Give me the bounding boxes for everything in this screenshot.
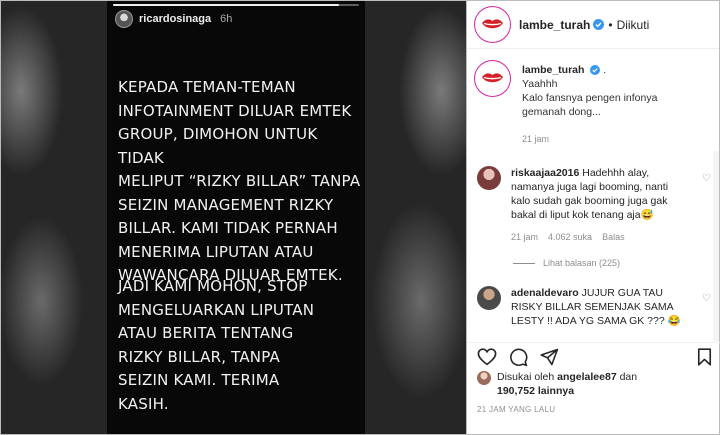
lips-avatar[interactable] bbox=[477, 9, 508, 40]
likes-suffix[interactable]: lainnya bbox=[535, 385, 574, 397]
story-progress-fill bbox=[113, 4, 340, 6]
story-header: ricardosinaga 6h bbox=[115, 10, 232, 28]
caption-suffix: . bbox=[600, 64, 607, 76]
liker-avatar[interactable] bbox=[477, 371, 491, 385]
post-caption: lambe_turah . Yaahhh Kalo fansnya pengen… bbox=[477, 63, 702, 146]
comment-time: 21 jam bbox=[511, 232, 539, 242]
likes-count[interactable]: 190,752 bbox=[497, 385, 535, 397]
caption-username[interactable]: lambe_turah bbox=[522, 64, 584, 76]
post-timestamp: 21 JAM YANG LALU bbox=[477, 405, 556, 414]
story-text-paragraph-2: JADI KAMI MOHON, STOP MENGELUARKAN LIPUT… bbox=[118, 277, 315, 413]
replies-divider bbox=[513, 262, 535, 264]
likes-text: Disukai oleh angelalee87 dan 190,752 lai… bbox=[497, 370, 697, 398]
verified-badge-icon bbox=[590, 65, 601, 75]
comment-likes[interactable]: 4.062 suka bbox=[548, 230, 592, 244]
likes-prefix: Disukai oleh bbox=[497, 371, 558, 383]
story-user-avatar[interactable] bbox=[115, 10, 133, 28]
comment-meta: 21 jam 4.062 suka Balas bbox=[511, 230, 686, 244]
commenter-avatar[interactable] bbox=[477, 166, 501, 190]
likes-summary: Disukai oleh angelalee87 dan 190,752 lai… bbox=[477, 370, 697, 398]
comment-item: adenaldevaro JUJUR GUA TAU RISKY BILLAR … bbox=[477, 286, 686, 328]
story-viewer: ricardosinaga 6h KEPADA TEMAN-TEMAN INFO… bbox=[0, 0, 467, 435]
comments-scrollbar[interactable] bbox=[713, 151, 719, 341]
comment-body: riskaajaa2016 Hadehhh alay, namanya juga… bbox=[511, 166, 686, 244]
post-header: lambe_turah • Diikuti bbox=[467, 1, 719, 49]
view-replies-button[interactable]: Lihat balasan (225) bbox=[513, 258, 620, 268]
caption-text: Yaahhh Kalo fansnya pengen infonya geman… bbox=[522, 78, 658, 118]
story-progress-bar bbox=[113, 4, 359, 6]
bookmark-icon[interactable] bbox=[697, 348, 712, 366]
like-heart-icon[interactable] bbox=[477, 348, 497, 366]
likes-connector: dan bbox=[616, 371, 638, 383]
reply-button[interactable]: Balas bbox=[602, 230, 625, 244]
share-paper-plane-icon[interactable] bbox=[540, 348, 559, 366]
story-card[interactable]: ricardosinaga 6h KEPADA TEMAN-TEMAN INFO… bbox=[107, 1, 365, 434]
comment-like-heart-icon[interactable]: ♡ bbox=[702, 293, 711, 304]
post-panel: lambe_turah • Diikuti lambe_turah . Yaah… bbox=[467, 0, 720, 435]
comment-body: adenaldevaro JUJUR GUA TAU RISKY BILLAR … bbox=[511, 286, 686, 328]
commenter-avatar[interactable] bbox=[477, 286, 501, 310]
caption-avatar[interactable] bbox=[477, 63, 508, 94]
post-actions-bar bbox=[467, 342, 720, 370]
view-replies-label: Lihat balasan (225) bbox=[543, 258, 621, 268]
lips-icon bbox=[482, 19, 503, 29]
comment-username[interactable]: riskaajaa2016 bbox=[511, 167, 579, 179]
story-timestamp: 6h bbox=[220, 13, 233, 25]
lips-icon bbox=[482, 73, 503, 83]
verified-badge-icon bbox=[593, 19, 605, 30]
comment-username[interactable]: adenaldevaro bbox=[511, 287, 579, 299]
header-username[interactable]: lambe_turah bbox=[519, 18, 590, 32]
story-username[interactable]: ricardosinaga bbox=[139, 13, 211, 25]
header-separator: • bbox=[608, 17, 613, 32]
story-text-paragraph-1: KEPADA TEMAN-TEMAN INFOTAINMENT DILUAR E… bbox=[118, 78, 361, 284]
follow-status-button[interactable]: Diikuti bbox=[617, 18, 650, 32]
comment-like-heart-icon[interactable]: ♡ bbox=[702, 173, 711, 184]
comment-item: riskaajaa2016 Hadehhh alay, namanya juga… bbox=[477, 166, 686, 244]
caption-body: lambe_turah . Yaahhh Kalo fansnya pengen… bbox=[522, 63, 702, 146]
caption-time: 21 jam bbox=[522, 134, 550, 144]
liker-username[interactable]: angelalee87 bbox=[557, 371, 617, 383]
comment-bubble-icon[interactable] bbox=[509, 348, 528, 367]
